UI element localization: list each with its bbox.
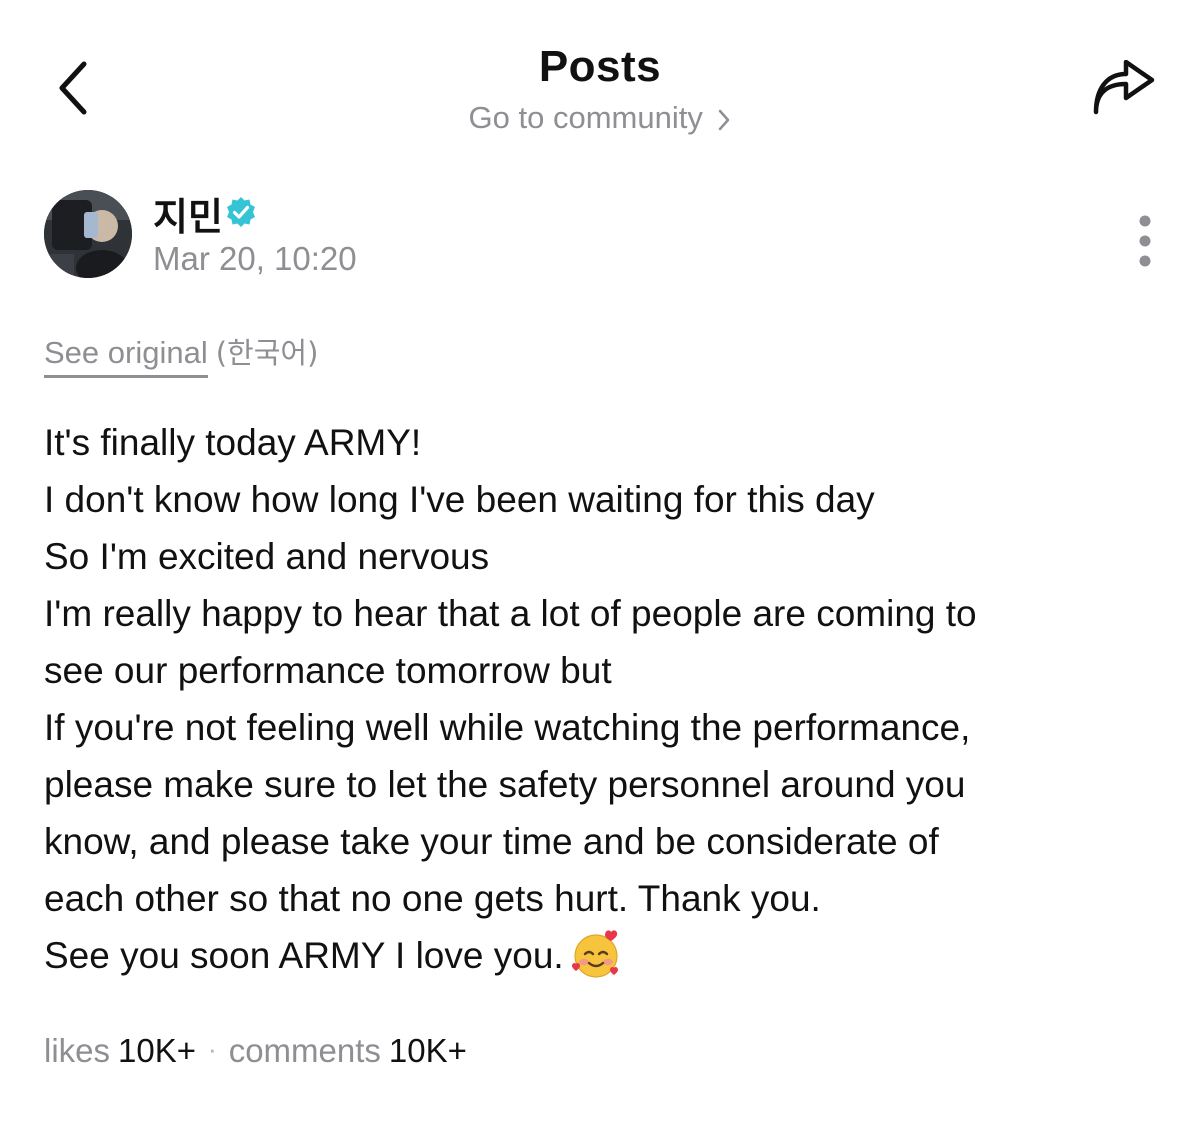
comments-button[interactable]: comments 10K+: [229, 1032, 467, 1069]
likes-label: likes: [44, 1032, 111, 1069]
original-language: (한국어): [215, 336, 319, 370]
post-timestamp: Mar 20, 10:20: [153, 240, 357, 277]
comments-label: comments: [228, 1032, 381, 1069]
verified-badge-icon: [227, 197, 255, 227]
smiling-face-with-hearts-icon: [571, 930, 618, 978]
translation-notice: See original (한국어): [44, 330, 318, 378]
avatar[interactable]: [44, 190, 132, 278]
go-to-community-link[interactable]: Go to community: [0, 100, 1200, 136]
post-line: I'm really happy to hear that a lot of p…: [44, 593, 977, 634]
post-line: please make sure to let the safety perso…: [44, 764, 966, 805]
post-line: each other so that no one gets hurt. Tha…: [44, 878, 821, 919]
share-button[interactable]: [1090, 59, 1158, 118]
post-stats: likes 10K+ · comments 10K+: [44, 1032, 467, 1070]
stats-separator: ·: [208, 1034, 217, 1064]
header: Posts Go to community: [0, 0, 1200, 160]
post-line: It's finally today ARMY!: [44, 422, 422, 463]
likes-count: 10K+: [118, 1032, 197, 1069]
post-line: know, and please take your time and be c…: [44, 821, 939, 862]
page-title: Posts: [538, 42, 662, 91]
post-line: If you're not feeling well while watchin…: [44, 707, 971, 748]
profile-photo: [44, 190, 132, 278]
post-line-last: See you soon ARMY I love you.: [44, 927, 1164, 984]
more-vertical-icon: [1139, 215, 1151, 267]
comments-count: 10K+: [388, 1032, 467, 1069]
share-arrow-icon: [1093, 59, 1155, 115]
see-original-link[interactable]: See original: [44, 335, 208, 378]
likes-button[interactable]: likes 10K+: [44, 1032, 196, 1069]
post-line: see our performance tomorrow but: [44, 650, 612, 691]
community-link-label: Go to community: [468, 100, 703, 135]
more-options-button[interactable]: [1128, 212, 1162, 270]
post-line: So I'm excited and nervous: [44, 536, 490, 577]
post-body: It's finally today ARMY! I don't know ho…: [44, 414, 1164, 984]
chevron-right-icon: [719, 109, 730, 131]
post-line: I don't know how long I've been waiting …: [44, 479, 875, 520]
author-name[interactable]: 지민: [153, 186, 223, 241]
post-line-text: See you soon ARMY I love you.: [44, 935, 564, 976]
